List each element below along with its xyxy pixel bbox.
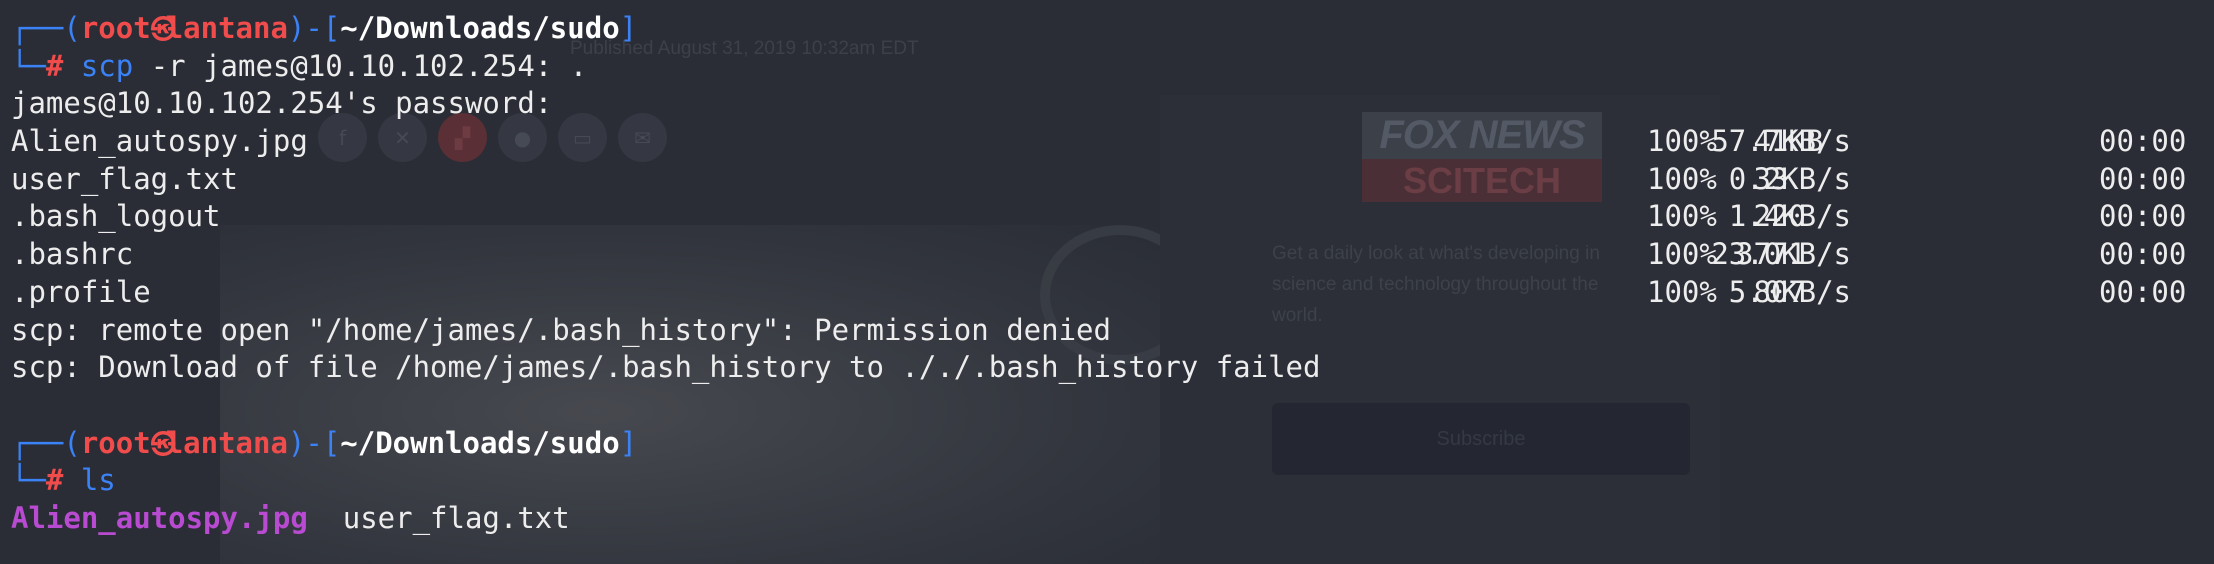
transfer-time: 00:00 bbox=[2099, 237, 2187, 272]
transfer-filename: user_flag.txt bbox=[11, 161, 238, 196]
prompt-frame-mid: )-[ bbox=[287, 11, 341, 45]
transfer-rate: 23.0KB/s bbox=[1711, 237, 1851, 272]
password-prompt: james@10.10.102.254's password: bbox=[11, 86, 553, 121]
transfer-row: .bashrc 100% 3771 23.0KB/s 00:00 bbox=[11, 236, 2214, 274]
skull-icon: ㉿ bbox=[150, 15, 176, 44]
skull-icon: ㉿ bbox=[150, 429, 176, 459]
transfer-rate: 57.7KB/s bbox=[1711, 124, 1851, 159]
transfer-filename: .bash_logout bbox=[11, 199, 221, 234]
transfer-time: 00:00 bbox=[2099, 161, 2187, 196]
transfer-filename: .profile bbox=[11, 274, 151, 309]
transfer-row: user_flag.txt 100% 33 0.2KB/s 00:00 bbox=[11, 161, 2214, 199]
transfer-percent: 100% bbox=[1647, 237, 1717, 272]
prompt-path: ~/Downloads/sudo bbox=[340, 425, 620, 460]
transfer-time: 00:00 bbox=[2099, 124, 2187, 159]
ls-separator bbox=[308, 501, 343, 535]
transfer-rate: 0.2KB/s bbox=[1728, 161, 1851, 196]
ls-image-file: Alien_autospy.jpg bbox=[11, 500, 308, 535]
transfer-percent: 100% bbox=[1647, 124, 1717, 159]
prompt-frame-mid: )-[ bbox=[287, 425, 341, 460]
command-args: -r james@10.10.102.254: . bbox=[133, 48, 588, 83]
prompt-frame-end: ] bbox=[619, 425, 638, 460]
transfer-rate: 1.4KB/s bbox=[1728, 199, 1851, 234]
prompt-host: lantana bbox=[165, 425, 288, 460]
prompt-frame-bottom: └─ bbox=[11, 463, 46, 498]
transfer-percent: 100% bbox=[1647, 199, 1717, 234]
prompt-frame-top: ┌──( bbox=[11, 11, 81, 45]
prompt-symbol: # bbox=[45, 463, 81, 498]
command-name: ls bbox=[80, 463, 116, 498]
transfer-percent: 100% bbox=[1647, 274, 1717, 309]
prompt-user: root bbox=[80, 11, 151, 45]
transfer-row: .profile 100% 807 5.0KB/s 00:00 bbox=[11, 274, 2214, 312]
ls-output: Alien_autospy.jpg user_flag.txt bbox=[11, 500, 2214, 538]
command-line: └─# scp -r james@10.10.102.254: . bbox=[11, 48, 2214, 86]
transfer-time: 00:00 bbox=[2099, 274, 2187, 309]
prompt-host: lantana bbox=[165, 11, 288, 45]
command-name: scp bbox=[80, 48, 134, 83]
prompt-frame-top: ┌──( bbox=[11, 425, 81, 460]
prompt-user: root bbox=[80, 425, 151, 460]
transfer-filename: Alien_autospy.jpg bbox=[11, 124, 308, 159]
prompt-header: ┌──(root㉿lantana)-[~/Downloads/sudo] bbox=[11, 10, 2214, 48]
transfer-percent: 100% bbox=[1647, 161, 1717, 196]
error-line: scp: remote open "/home/james/.bash_hist… bbox=[11, 312, 1111, 347]
transfer-row: Alien_autospy.jpg 100% 41KB 57.7KB/s 00:00 bbox=[11, 123, 2214, 161]
transfer-filename: .bashrc bbox=[11, 237, 134, 272]
ls-text-file: user_flag.txt bbox=[342, 500, 570, 535]
error-line: scp: Download of file /home/james/.bash_… bbox=[11, 350, 1321, 385]
command-line: └─# ls bbox=[11, 462, 2214, 500]
prompt-symbol: # bbox=[45, 48, 81, 83]
prompt-header: ┌──(root㉿lantana)-[~/Downloads/sudo] bbox=[11, 425, 2214, 463]
prompt-frame-end: ] bbox=[619, 11, 638, 45]
terminal-window[interactable]: ┌──(root㉿lantana)-[~/Downloads/sudo] └─#… bbox=[0, 0, 2214, 564]
transfer-row: .bash_logout 100% 220 1.4KB/s 00:00 bbox=[11, 198, 2214, 236]
prompt-path: ~/Downloads/sudo bbox=[340, 11, 620, 45]
transfer-rate: 5.0KB/s bbox=[1728, 274, 1851, 309]
prompt-frame-bottom: └─ bbox=[11, 48, 46, 83]
transfer-time: 00:00 bbox=[2099, 199, 2187, 234]
